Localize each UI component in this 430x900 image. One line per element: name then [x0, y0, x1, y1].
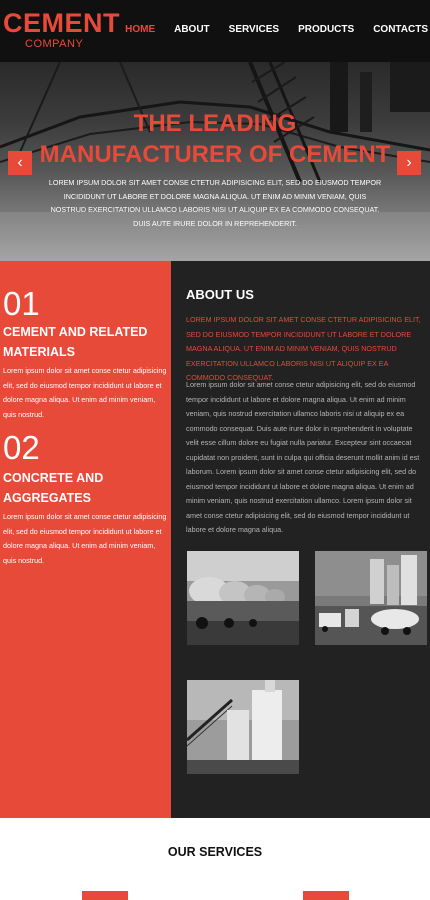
- nav-home[interactable]: HOME: [125, 24, 155, 35]
- feature-number: 01: [3, 285, 40, 322]
- logo-name: CEMENT: [3, 8, 120, 38]
- about-title: ABOUT US: [186, 287, 254, 302]
- features-column: 01 CEMENT AND RELATED MATERIALS Lorem ip…: [0, 261, 171, 818]
- feature-number: 02: [3, 429, 40, 466]
- cement-plant-trucks-photo[interactable]: [315, 551, 427, 645]
- feature-text: Lorem ipsum dolor sit amet conse ctetur …: [3, 366, 167, 419]
- nav-about[interactable]: ABOUT: [174, 24, 210, 35]
- cement-silos-photo[interactable]: [187, 680, 299, 774]
- service-accent-bar: [303, 891, 349, 900]
- service-accent-bar: [82, 891, 128, 900]
- feature-title: CONCRETE AND AGGREGATES: [3, 471, 104, 505]
- hero-title-line-2: MANUFACTURER OF CEMENT: [39, 141, 391, 168]
- logo-tagline: COMPANY: [25, 38, 84, 50]
- nav-services[interactable]: SERVICES: [229, 24, 279, 35]
- hero-title-line-1: THE LEADING: [133, 110, 297, 137]
- logo[interactable]: CEMENT COMPANY: [3, 8, 120, 51]
- about-lead-text: LOREM IPSUM DOLOR SIT AMET CONSE CTETUR …: [186, 315, 421, 382]
- services-title: OUR SERVICES: [167, 845, 263, 859]
- site-header: CEMENT COMPANY HOME ABOUT SERVICES PRODU…: [0, 0, 430, 62]
- nav-contacts[interactable]: CONTACTS: [373, 24, 428, 35]
- hero-description: LOREM IPSUM DOLOR SIT AMET CONSE CTETUR …: [48, 178, 382, 228]
- feature-text: Lorem ipsum dolor sit amet conse ctetur …: [3, 512, 167, 565]
- about-body-text: Lorem ipsum dolor sit amet conse ctetur …: [186, 380, 420, 534]
- feature-title: CEMENT AND RELATED MATERIALS: [3, 325, 148, 359]
- hero-slider: ‹ › THE LEADING MANUFACTURER OF CEMENT L…: [0, 62, 430, 261]
- nav-products[interactable]: PRODUCTS: [298, 24, 354, 35]
- about-section: ABOUT US LOREM IPSUM DOLOR SIT AMET CONS…: [171, 261, 430, 818]
- main-nav: HOME ABOUT SERVICES PRODUCTS CONTACTS: [125, 24, 430, 35]
- mixer-trucks-photo[interactable]: [187, 551, 299, 645]
